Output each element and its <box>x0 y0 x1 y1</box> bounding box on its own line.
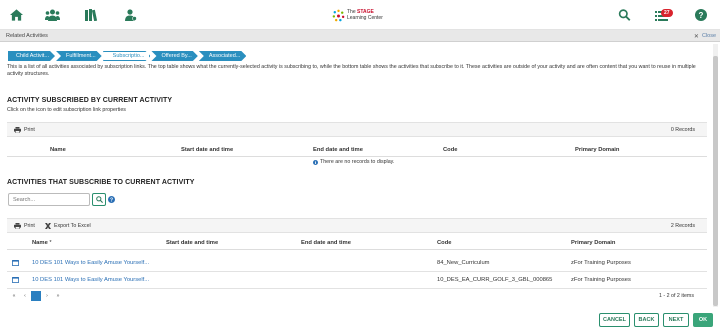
pager-current-page[interactable]: 1 <box>31 291 41 301</box>
users-icon[interactable] <box>45 9 60 21</box>
tab-fulfillment[interactable]: Fulfillment... <box>56 51 102 61</box>
activity-tabs-breadcrumb: Child Activit... Fulfillment... Subscrip… <box>8 51 247 61</box>
scrollbar-thumb[interactable] <box>713 56 718 306</box>
column-end-date[interactable]: End date and time <box>313 147 363 153</box>
subscribed-toolbar: Print 0 Records <box>7 122 707 137</box>
ok-button[interactable]: OK <box>693 313 713 327</box>
subscribers-section-title: ACTIVITIES THAT SUBSCRIBE TO CURRENT ACT… <box>7 179 195 186</box>
vertical-scrollbar[interactable] <box>713 44 718 307</box>
primary-domain-cell: zFor Training Purposes <box>571 277 631 283</box>
user-settings-icon[interactable] <box>124 9 137 21</box>
close-button[interactable]: ✕ Close <box>694 33 716 40</box>
code-cell: 84_New_Curriculum <box>437 260 490 266</box>
edit-link-icon[interactable] <box>12 277 19 283</box>
subscribers-record-count: 2 Records <box>670 223 695 229</box>
subscribers-table-header: Name * Start date and time End date and … <box>7 236 707 250</box>
pager-first-button[interactable]: « <box>9 291 19 301</box>
subscribed-table-header: Name Start date and time End date and ti… <box>7 143 707 157</box>
column-code[interactable]: Code <box>443 147 458 153</box>
intro-description: This is a list of all activities associa… <box>7 64 696 77</box>
pager-prev-button[interactable]: ‹ <box>20 291 30 301</box>
related-activities-title: Related Activities <box>6 33 48 39</box>
activity-name-link[interactable]: 10 DES 101 Ways to Easily Amuse Yourself… <box>32 260 149 266</box>
table-row: 10 DES 101 Ways to Easily Amuse Yourself… <box>7 255 707 272</box>
column-primary-domain[interactable]: Primary Domain <box>575 147 619 153</box>
table-row: 10 DES 101 Ways to Easily Amuse Yourself… <box>7 272 707 289</box>
tab-child-activities[interactable]: Child Activit... <box>8 51 55 61</box>
subscribed-record-count: 0 Records <box>670 127 695 133</box>
close-icon: ✕ <box>693 33 699 40</box>
help-icon[interactable]: ? <box>695 9 707 21</box>
column-primary-domain[interactable]: Primary Domain <box>571 240 615 246</box>
column-code[interactable]: Code <box>437 240 452 246</box>
export-to-excel-button[interactable]: Export To Excel <box>45 223 91 229</box>
stage-learning-center-logo[interactable]: The STAGE Learning Center <box>332 7 383 23</box>
tab-associated[interactable]: Associated... <box>199 51 247 61</box>
search-button[interactable] <box>92 193 106 206</box>
pagination: « ‹ 1 › » <box>9 291 63 301</box>
top-navigation-bar: The STAGE Learning Center 27 ? <box>0 0 720 30</box>
column-end-date[interactable]: End date and time <box>301 240 351 246</box>
close-label: Close <box>701 33 716 39</box>
info-icon <box>313 159 318 165</box>
primary-domain-cell: zFor Training Purposes <box>571 260 631 266</box>
logo-subtitle: Learning Center <box>347 15 383 21</box>
tab-subscriptions[interactable]: Subscriptio... <box>103 51 151 61</box>
svg-text:?: ? <box>110 198 113 204</box>
search-icon <box>95 196 103 203</box>
subscribed-empty-message: There are no records to display. <box>313 159 394 165</box>
search-input[interactable] <box>8 193 90 206</box>
print-icon <box>14 127 21 133</box>
column-name[interactable]: Name <box>50 147 66 153</box>
pager-next-button[interactable]: › <box>42 291 52 301</box>
notification-badge: 27 <box>661 9 673 17</box>
code-cell: 10_DES_EA_CURR_GOLF_3_GBL_000865 <box>437 277 553 283</box>
subscribers-print-button[interactable]: Print <box>14 223 35 229</box>
related-activities-header: Related Activities ✕ Close <box>0 30 720 42</box>
column-start-date[interactable]: Start date and time <box>181 147 233 153</box>
pager-last-button[interactable]: » <box>53 291 63 301</box>
next-button[interactable]: NEXT <box>663 313 689 327</box>
back-button[interactable]: BACK <box>634 313 659 327</box>
library-icon[interactable] <box>85 9 98 21</box>
subscribed-section-subtitle: Click on the icon to edit subscription l… <box>7 107 126 113</box>
home-icon[interactable] <box>10 9 23 21</box>
pagination-info: 1 - 2 of 2 items <box>658 293 694 299</box>
logo-mark-icon <box>332 9 345 21</box>
subscribed-print-button[interactable]: Print <box>14 127 35 133</box>
edit-link-icon[interactable] <box>12 260 19 266</box>
print-icon <box>14 223 21 229</box>
search-icon[interactable] <box>618 9 631 21</box>
svg-text:?: ? <box>699 11 704 20</box>
logo-text: The STAGE Learning Center <box>347 9 383 21</box>
tab-offered-by[interactable]: Offered By... <box>151 51 197 61</box>
column-start-date[interactable]: Start date and time <box>166 240 218 246</box>
subscribed-section-title: ACTIVITY SUBSCRIBED BY CURRENT ACTIVITY <box>7 97 173 104</box>
sort-marker: * <box>49 240 52 246</box>
cancel-button[interactable]: CANCEL <box>599 313 630 327</box>
excel-icon <box>45 223 51 229</box>
search-help-icon[interactable]: ? <box>108 196 115 203</box>
column-name[interactable]: Name * <box>32 240 52 246</box>
subscribers-toolbar: Print Export To Excel 2 Records <box>7 218 707 233</box>
activity-name-link[interactable]: 10 DES 101 Ways to Easily Amuse Yourself… <box>32 277 149 283</box>
